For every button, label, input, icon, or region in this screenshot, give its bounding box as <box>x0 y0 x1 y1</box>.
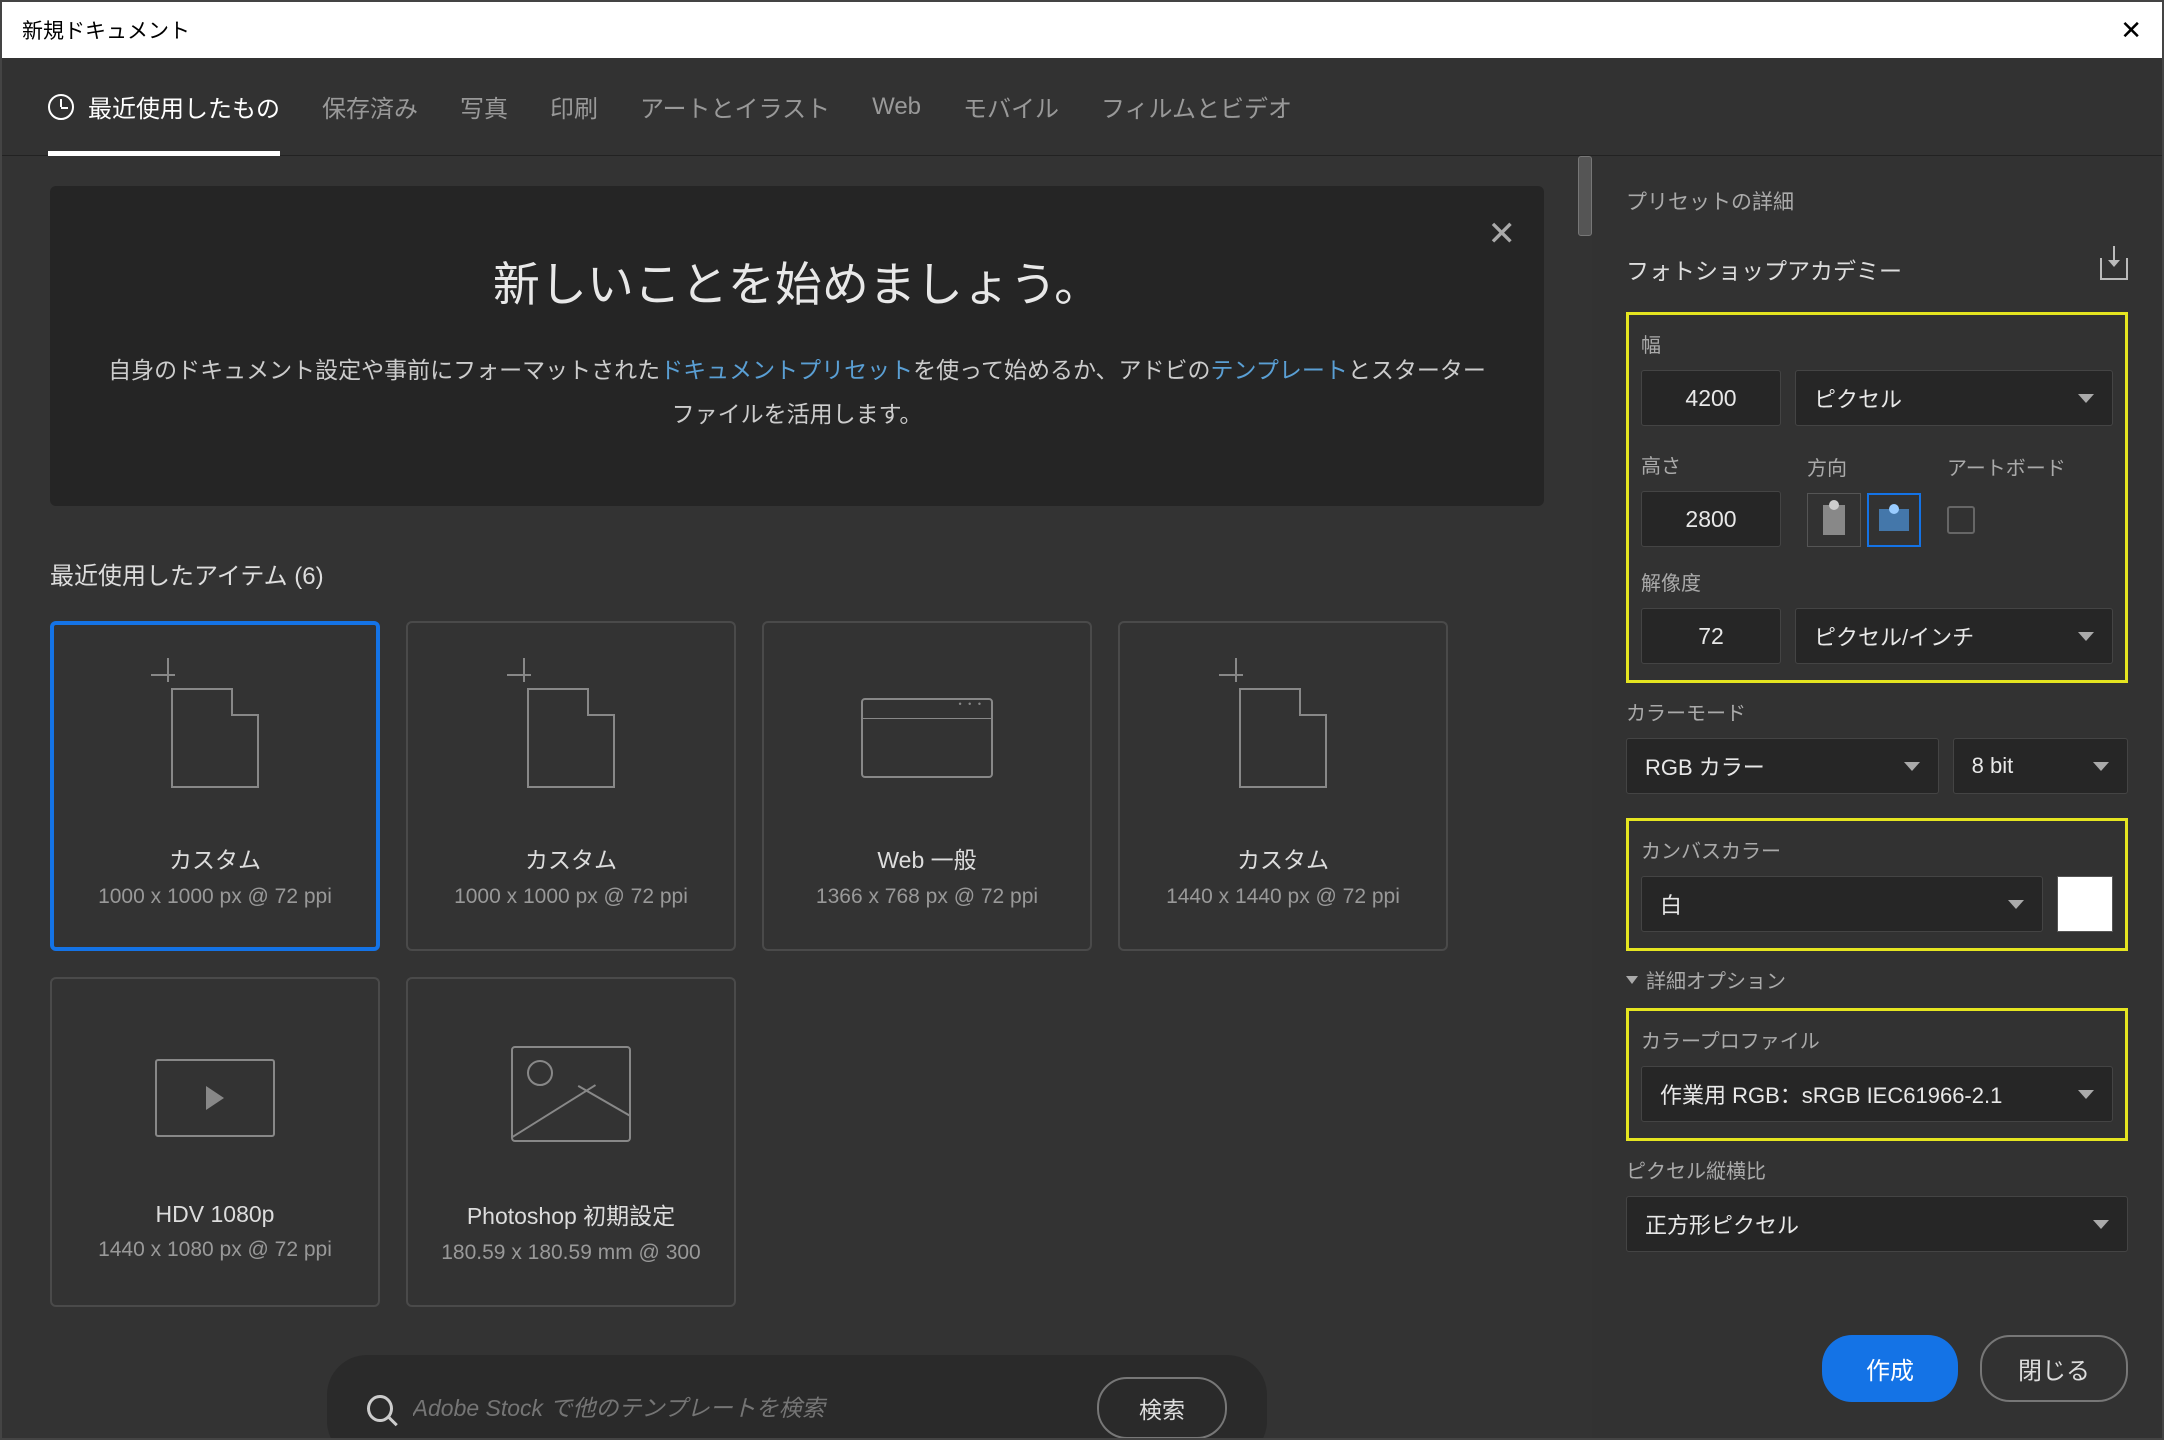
tab-print[interactable]: 印刷 <box>550 58 598 156</box>
download-icon[interactable] <box>2100 258 2128 280</box>
canvas-color-swatch[interactable] <box>2057 876 2113 932</box>
tab-art[interactable]: アートとイラスト <box>640 58 830 156</box>
card-sub: 180.59 x 180.59 mm @ 300 <box>441 1241 700 1265</box>
hero-text: 自身のドキュメント設定や事前にフォーマットされたドキュメントプリセットを使って始… <box>100 349 1494 436</box>
tab-recent[interactable]: 最近使用したもの <box>48 58 280 156</box>
preset-card[interactable]: HDV 1080p 1440 x 1080 px @ 72 ppi <box>50 977 380 1307</box>
card-sub: 1440 x 1080 px @ 72 ppi <box>98 1238 332 1262</box>
card-sub: 1366 x 768 px @ 72 ppi <box>816 885 1038 909</box>
bitdepth-dropdown[interactable]: 8 bit <box>1953 738 2128 794</box>
dimensions-group: 幅 4200 ピクセル 高さ 2800 方向 <box>1626 312 2128 683</box>
height-label: 高さ <box>1641 450 1781 479</box>
window-title: 新規ドキュメント <box>22 15 190 45</box>
stock-search-bar: 検索 <box>327 1355 1267 1438</box>
orientation-landscape-button[interactable] <box>1867 493 1921 547</box>
orientation-portrait-button[interactable] <box>1807 493 1861 547</box>
resolution-input[interactable]: 72 <box>1641 608 1781 664</box>
aspect-label: ピクセル縦横比 <box>1626 1155 2128 1184</box>
width-input[interactable]: 4200 <box>1641 370 1781 426</box>
search-input[interactable] <box>413 1395 1073 1422</box>
browser-icon <box>861 698 993 778</box>
colormode-dropdown[interactable]: RGB カラー <box>1626 738 1939 794</box>
resolution-unit-value: ピクセル/インチ <box>1814 620 1974 652</box>
close-icon[interactable]: ✕ <box>2120 15 2142 46</box>
preset-card[interactable]: カスタム 1000 x 1000 px @ 72 ppi <box>406 621 736 951</box>
tab-web[interactable]: Web <box>872 58 921 156</box>
chevron-down-icon <box>2093 1220 2109 1229</box>
pixel-aspect-dropdown[interactable]: 正方形ピクセル <box>1626 1196 2128 1252</box>
video-icon <box>155 1059 275 1137</box>
profile-label: カラープロファイル <box>1641 1025 2113 1054</box>
resolution-unit-dropdown[interactable]: ピクセル/インチ <box>1795 608 2113 664</box>
hero-banner: ✕ 新しいことを始めましょう。 自身のドキュメント設定や事前にフォーマットされた… <box>50 186 1544 506</box>
chevron-down-icon <box>2078 394 2094 403</box>
close-button[interactable]: 閉じる <box>1980 1335 2128 1402</box>
card-title: カスタム <box>525 841 617 875</box>
card-title: カスタム <box>1237 841 1329 875</box>
chevron-down-icon <box>2078 632 2094 641</box>
canvas-group: カンバスカラー 白 <box>1626 818 2128 951</box>
width-unit-dropdown[interactable]: ピクセル <box>1795 370 2113 426</box>
card-title: HDV 1080p <box>156 1201 275 1228</box>
preset-card[interactable]: Web 一般 1366 x 768 px @ 72 ppi <box>762 621 1092 951</box>
search-icon <box>367 1395 393 1422</box>
document-icon <box>1239 688 1327 788</box>
card-title: Photoshop 初期設定 <box>467 1197 675 1231</box>
panel-title: プリセットの詳細 <box>1626 186 2128 216</box>
clock-icon <box>48 94 74 120</box>
height-input[interactable]: 2800 <box>1641 491 1781 547</box>
tab-mobile[interactable]: モバイル <box>963 58 1059 156</box>
card-sub: 1000 x 1000 px @ 72 ppi <box>98 885 332 909</box>
colormode-value: RGB カラー <box>1645 750 1765 782</box>
chevron-down-icon <box>2008 900 2024 909</box>
profile-value: 作業用 RGB：sRGB IEC61966-2.1 <box>1660 1078 2002 1110</box>
hero-title: 新しいことを始めましょう。 <box>100 246 1494 315</box>
card-title: Web 一般 <box>877 841 976 875</box>
aspect-value: 正方形ピクセル <box>1645 1208 1799 1240</box>
chevron-down-icon <box>2078 1090 2094 1099</box>
card-title: カスタム <box>169 841 261 875</box>
artboard-checkbox[interactable] <box>1947 506 1975 534</box>
tab-film[interactable]: フィルムとビデオ <box>1101 58 1292 156</box>
tab-recent-label: 最近使用したもの <box>88 89 280 124</box>
document-icon <box>527 688 615 788</box>
card-sub: 1440 x 1440 px @ 72 ppi <box>1166 885 1400 909</box>
preset-name: フォトショップアカデミー <box>1626 252 1902 286</box>
resolution-label: 解像度 <box>1641 567 2113 596</box>
template-link[interactable]: テンプレート <box>1211 357 1348 383</box>
preset-card[interactable]: Photoshop 初期設定 180.59 x 180.59 mm @ 300 <box>406 977 736 1307</box>
chevron-down-icon <box>2093 762 2109 771</box>
create-button[interactable]: 作成 <box>1822 1335 1958 1402</box>
tab-photo[interactable]: 写真 <box>460 58 508 156</box>
preset-link[interactable]: ドキュメントプリセット <box>660 357 913 383</box>
width-label: 幅 <box>1641 329 2113 358</box>
advanced-toggle[interactable]: 詳細オプション <box>1626 965 2128 994</box>
card-sub: 1000 x 1000 px @ 72 ppi <box>454 885 688 909</box>
image-icon <box>511 1046 631 1142</box>
hero-close-icon[interactable]: ✕ <box>1488 214 1517 254</box>
search-button[interactable]: 検索 <box>1097 1377 1227 1438</box>
color-profile-dropdown[interactable]: 作業用 RGB：sRGB IEC61966-2.1 <box>1641 1066 2113 1122</box>
artboard-label: アートボード <box>1947 452 2066 481</box>
preset-card[interactable]: カスタム 1000 x 1000 px @ 72 ppi <box>50 621 380 951</box>
chevron-down-icon <box>1904 762 1920 771</box>
document-icon <box>171 688 259 788</box>
orientation-label: 方向 <box>1807 452 1921 481</box>
canvas-color-dropdown[interactable]: 白 <box>1641 876 2043 932</box>
bitdepth-value: 8 bit <box>1972 753 2014 779</box>
preset-card[interactable]: カスタム 1440 x 1440 px @ 72 ppi <box>1118 621 1448 951</box>
colormode-label: カラーモード <box>1626 697 2128 726</box>
scrollbar[interactable] <box>1578 156 1592 236</box>
width-unit-value: ピクセル <box>1814 382 1902 414</box>
tab-saved[interactable]: 保存済み <box>322 58 418 156</box>
canvas-label: カンバスカラー <box>1641 835 2113 864</box>
canvas-value: 白 <box>1660 888 1682 920</box>
profile-group: カラープロファイル 作業用 RGB：sRGB IEC61966-2.1 <box>1626 1008 2128 1141</box>
section-title-recent: 最近使用したアイテム (6) <box>50 556 1544 591</box>
